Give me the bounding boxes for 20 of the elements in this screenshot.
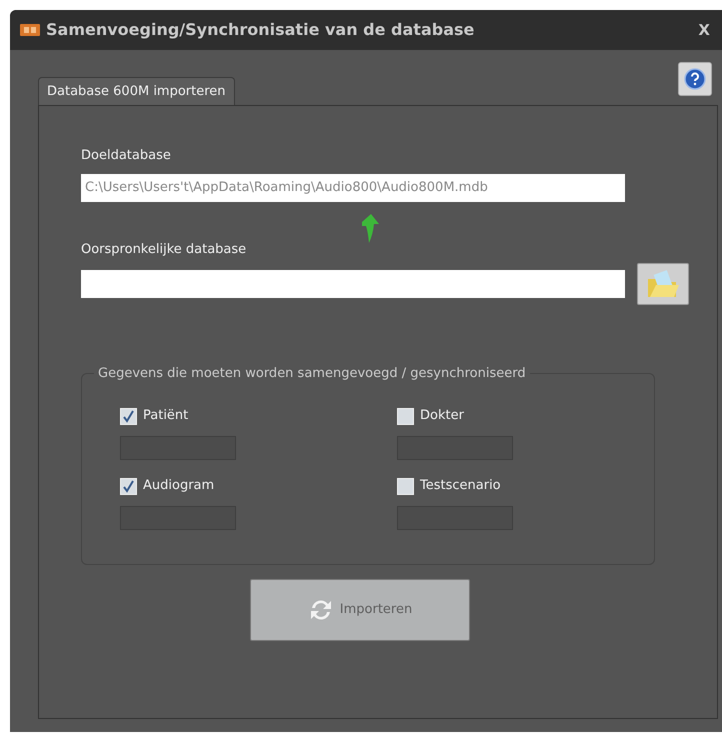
checkbox-label: Patiënt	[143, 407, 188, 426]
target-path-field[interactable]: C:\Users\Users't\AppData\Roaming\Audio800\Audio800M.mdb	[81, 174, 625, 202]
arrow-icon	[359, 214, 379, 244]
app-icon	[20, 24, 40, 36]
field-label: Doeldatabase	[81, 147, 172, 165]
checkbox-label: Audiogram	[143, 477, 214, 496]
checkbox-label: Testscenario	[420, 477, 501, 496]
folder-icon	[646, 269, 680, 299]
field-label: Oorspronkelijke database	[81, 240, 248, 258]
checkbox-label: Dokter	[420, 407, 464, 426]
tab[interactable]: Database 600M importeren	[38, 76, 235, 105]
checkbox[interactable]	[120, 408, 137, 424]
window-title: Samenvoeging/Synchronisatie van de database	[46, 19, 476, 41]
source-path-field[interactable]	[81, 270, 625, 298]
close-button[interactable]: X	[694, 18, 714, 42]
checkbox[interactable]	[397, 478, 414, 494]
checkbox[interactable]	[120, 478, 137, 494]
help-icon	[684, 68, 706, 90]
checkbox[interactable]	[397, 408, 414, 424]
help-button[interactable]	[678, 62, 712, 96]
